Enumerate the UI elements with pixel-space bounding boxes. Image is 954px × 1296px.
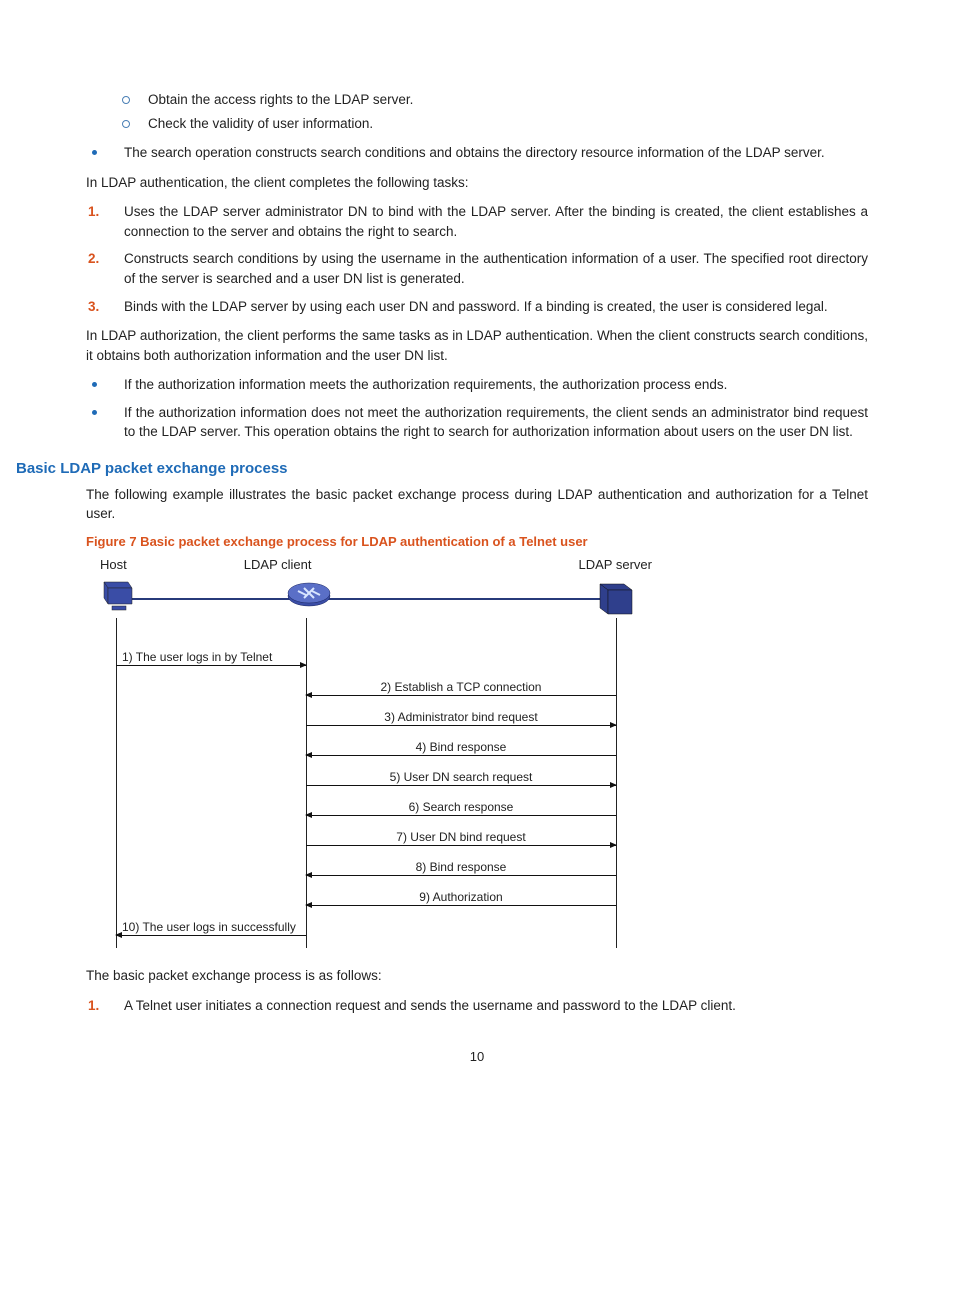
paragraph: In LDAP authentication, the client compl… bbox=[86, 173, 868, 193]
diagram-node-label: Host bbox=[100, 557, 127, 572]
numbered-list: Uses the LDAP server administrator DN to… bbox=[86, 202, 868, 316]
bullet-text: If the authorization information does no… bbox=[124, 405, 868, 440]
list-item: If the authorization information does no… bbox=[86, 403, 868, 442]
bullet-list: The search operation constructs search c… bbox=[86, 143, 868, 163]
message-label: 6) Search response bbox=[306, 800, 616, 814]
step-text: A Telnet user initiates a connection req… bbox=[124, 998, 736, 1013]
sequence-message: 4) Bind response bbox=[116, 732, 616, 756]
list-item: If the authorization information meets t… bbox=[86, 375, 868, 395]
step-text: Uses the LDAP server administrator DN to… bbox=[124, 204, 868, 239]
sub-bullet-list: Obtain the access rights to the LDAP ser… bbox=[86, 90, 868, 133]
sequence-message: 2) Establish a TCP connection bbox=[116, 672, 616, 696]
paragraph: The basic packet exchange process is as … bbox=[86, 966, 868, 986]
message-label: 7) User DN bind request bbox=[306, 830, 616, 844]
sequence-message: 1) The user logs in by Telnet bbox=[116, 642, 616, 666]
figure-caption: Figure 7 Basic packet exchange process f… bbox=[86, 534, 868, 549]
arrow-left-icon bbox=[306, 875, 616, 876]
arrow-left-icon bbox=[306, 755, 616, 756]
sequence-message: 10) The user logs in successfully bbox=[116, 912, 616, 936]
router-icon bbox=[286, 578, 332, 614]
paragraph: The following example illustrates the ba… bbox=[86, 485, 868, 524]
numbered-list: A Telnet user initiates a connection req… bbox=[86, 996, 868, 1016]
sub-bullet-text: Check the validity of user information. bbox=[148, 116, 373, 131]
sequence-message: 9) Authorization bbox=[116, 882, 616, 906]
list-item: The search operation constructs search c… bbox=[86, 143, 868, 163]
bullet-list: If the authorization information meets t… bbox=[86, 375, 868, 442]
step-text: Binds with the LDAP server by using each… bbox=[124, 299, 828, 314]
sequence-diagram: Host LDAP client LDAP server bbox=[96, 557, 656, 948]
list-item: A Telnet user initiates a connection req… bbox=[86, 996, 868, 1016]
message-label: 5) User DN search request bbox=[306, 770, 616, 784]
arrow-left-icon bbox=[116, 935, 306, 936]
step-text: Constructs search conditions by using th… bbox=[124, 251, 868, 286]
list-item: Uses the LDAP server administrator DN to… bbox=[86, 202, 868, 241]
server-icon bbox=[594, 578, 638, 618]
host-computer-icon bbox=[98, 578, 138, 614]
arrow-right-icon bbox=[306, 785, 616, 786]
diagram-node-label: LDAP client bbox=[244, 557, 312, 572]
sequence-message: 3) Administrator bind request bbox=[116, 702, 616, 726]
arrow-left-icon bbox=[306, 905, 616, 906]
bullet-text: If the authorization information meets t… bbox=[124, 377, 727, 392]
arrow-right-icon bbox=[116, 665, 306, 666]
list-item: Binds with the LDAP server by using each… bbox=[86, 297, 868, 317]
message-label: 2) Establish a TCP connection bbox=[306, 680, 616, 694]
message-label: 10) The user logs in successfully bbox=[122, 920, 296, 934]
sequence-message: 6) Search response bbox=[116, 792, 616, 816]
topology-line bbox=[116, 598, 616, 600]
bullet-text: The search operation constructs search c… bbox=[124, 145, 825, 160]
sequence-message: 8) Bind response bbox=[116, 852, 616, 876]
arrow-left-icon bbox=[306, 695, 616, 696]
sub-bullet-text: Obtain the access rights to the LDAP ser… bbox=[148, 92, 413, 107]
section-heading: Basic LDAP packet exchange process bbox=[16, 460, 868, 477]
arrow-right-icon bbox=[306, 845, 616, 846]
sequence-message: 5) User DN search request bbox=[116, 762, 616, 786]
arrow-left-icon bbox=[306, 815, 616, 816]
paragraph: In LDAP authorization, the client perfor… bbox=[86, 326, 868, 365]
message-label: 8) Bind response bbox=[306, 860, 616, 874]
diagram-node-label: LDAP server bbox=[579, 557, 652, 572]
arrow-right-icon bbox=[306, 725, 616, 726]
message-label: 1) The user logs in by Telnet bbox=[122, 650, 272, 664]
list-item: Constructs search conditions by using th… bbox=[86, 249, 868, 288]
sequence-message: 7) User DN bind request bbox=[116, 822, 616, 846]
list-item: Check the validity of user information. bbox=[86, 114, 868, 134]
message-label: 4) Bind response bbox=[306, 740, 616, 754]
message-label: 9) Authorization bbox=[306, 890, 616, 904]
list-item: Obtain the access rights to the LDAP ser… bbox=[86, 90, 868, 110]
message-label: 3) Administrator bind request bbox=[306, 710, 616, 724]
page-number: 10 bbox=[86, 1049, 868, 1064]
